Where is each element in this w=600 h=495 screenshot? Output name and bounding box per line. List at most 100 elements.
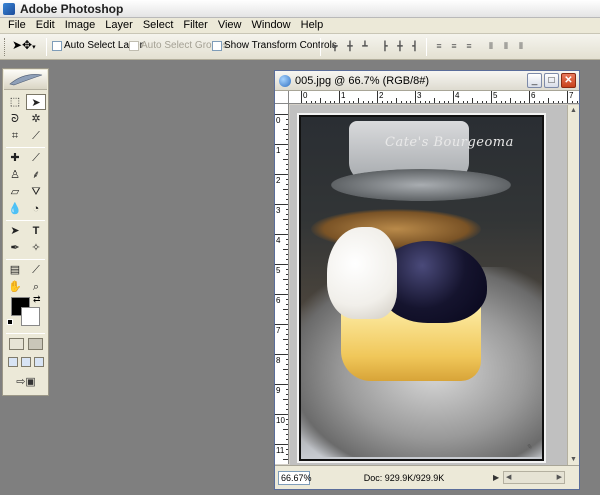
background-color-swatch[interactable] (21, 307, 40, 326)
magic-wand-tool-icon[interactable]: ✲ (26, 111, 46, 127)
align-bottom-edges-icon[interactable]: ┻ (358, 40, 372, 53)
feather-logo-icon[interactable] (4, 70, 47, 90)
menu-file[interactable]: File (3, 18, 31, 33)
menu-edit[interactable]: Edit (31, 18, 60, 33)
eraser-tool-icon[interactable]: ▱ (5, 184, 25, 200)
ruler-tick (443, 101, 445, 103)
scroll-up-arrow-icon[interactable]: ▲ (570, 107, 577, 114)
slice-tool-icon[interactable]: ⟋ (26, 128, 46, 144)
paint-bucket-tool-icon[interactable]: ⛛ (26, 184, 46, 200)
maximize-button[interactable]: □ (544, 73, 559, 88)
ruler-number: 5 (276, 266, 281, 275)
horizontal-ruler[interactable]: 0 1 2 3 4 5 6 7 (289, 91, 579, 104)
show-transform-controls-checkbox[interactable] (212, 41, 222, 51)
horizontal-scrollbar[interactable]: ◀ ▶ (503, 471, 565, 484)
menu-help[interactable]: Help (296, 18, 329, 33)
ruler-tick (571, 101, 573, 103)
ruler-tick (286, 199, 288, 200)
vertical-scrollbar[interactable]: ▲ ▼ (567, 105, 579, 465)
eyedropper-tool-icon[interactable]: ⟋ (26, 262, 46, 278)
crop-tool-icon[interactable]: ⌗ (5, 128, 25, 144)
menu-window[interactable]: Window (247, 18, 296, 33)
ruler-number: 5 (493, 91, 498, 100)
ruler-tick (358, 98, 359, 103)
auto-select-groups-checkbox[interactable] (129, 41, 139, 51)
tool-preset-picker[interactable]: ➤✥▾ (12, 38, 42, 56)
distribute-left-icon[interactable]: ⦀ (484, 40, 498, 53)
scroll-right-arrow-icon[interactable]: ▶ (557, 473, 562, 481)
menu-image[interactable]: Image (60, 18, 101, 33)
auto-select-layer-checkbox[interactable] (52, 41, 62, 51)
menu-select[interactable]: Select (138, 18, 179, 33)
distribute-top-icon[interactable]: ≡ (432, 40, 446, 53)
ruler-tick (467, 101, 469, 103)
hand-tool-icon[interactable]: ✋ (5, 279, 25, 295)
menu-filter[interactable]: Filter (178, 18, 212, 33)
brush-tool-icon[interactable]: ⟋ (26, 150, 46, 166)
scroll-down-arrow-icon[interactable]: ▼ (570, 456, 577, 463)
ruler-tick (275, 234, 288, 235)
document-image[interactable]: Cate's Bourgeoma ✎ (297, 113, 546, 463)
vertical-ruler[interactable]: 0 1 2 3 4 5 6 7 8 9 10 11 (275, 104, 289, 464)
path-selection-tool-icon[interactable]: ➤ (5, 223, 25, 239)
zoom-tool-icon[interactable]: ⌕ (26, 279, 46, 295)
ruler-tick (286, 319, 288, 320)
ruler-tick (286, 124, 288, 125)
custom-shape-tool-icon[interactable]: ✧ (26, 240, 46, 256)
ruler-tick (286, 214, 288, 215)
status-menu-arrow-icon[interactable]: ▶ (493, 473, 499, 482)
move-tool-icon: ➤✥ (12, 38, 33, 52)
menu-layer[interactable]: Layer (100, 18, 138, 33)
align-vertical-centers-icon[interactable]: ╋ (343, 40, 357, 53)
distribute-right-icon[interactable]: ⦀ (514, 40, 528, 53)
dodge-tool-icon[interactable]: ◔ (26, 201, 46, 217)
pen-tool-icon[interactable]: ✒ (5, 240, 25, 256)
quick-mask-mode-button[interactable] (28, 338, 43, 350)
edit-in-imageready-icon[interactable]: ⇨▣ (12, 374, 40, 390)
lasso-tool-icon[interactable]: ᘐ (5, 111, 25, 127)
marquee-tool-icon[interactable]: ⬚ (5, 94, 25, 110)
distribute-horizontal-centers-icon[interactable]: ⦀ (499, 40, 513, 53)
zoom-level-field[interactable]: 66.67% (278, 471, 312, 485)
align-top-edges-icon[interactable]: ┳ (328, 40, 342, 53)
ruler-tick (410, 101, 412, 103)
ruler-tick (415, 91, 416, 103)
notes-tool-icon[interactable]: ▤ (5, 262, 25, 278)
options-bar-grip[interactable] (4, 38, 7, 56)
align-left-edges-icon[interactable]: ┣ (378, 40, 392, 53)
ruler-tick (283, 159, 288, 160)
minimize-button[interactable]: _ (527, 73, 542, 88)
type-tool-icon[interactable]: T (26, 223, 46, 239)
swap-colors-icon[interactable]: ⇄ (33, 294, 41, 305)
ruler-tick (400, 101, 402, 103)
close-button[interactable]: ✕ (561, 73, 576, 88)
distribute-bottom-icon[interactable]: ≡ (462, 40, 476, 53)
move-tool-icon[interactable]: ➤ (26, 94, 46, 110)
menu-view[interactable]: View (213, 18, 247, 33)
blur-tool-icon[interactable]: 💧 (5, 201, 25, 217)
healing-brush-tool-icon[interactable]: ✚ (5, 150, 25, 166)
align-horizontal-centers-icon[interactable]: ╋ (393, 40, 407, 53)
full-screen-mode-button[interactable] (34, 357, 44, 367)
distribute-vertical-centers-icon[interactable]: ≡ (447, 40, 461, 53)
ruler-tick (275, 174, 288, 175)
ruler-tick (510, 98, 511, 103)
full-screen-menu-mode-button[interactable] (21, 357, 31, 367)
clone-stamp-tool-icon[interactable]: ♙ (5, 167, 25, 183)
ruler-tick (275, 294, 288, 295)
standard-screen-mode-button[interactable] (8, 357, 18, 367)
photoshop-document-icon (279, 75, 291, 87)
ruler-tick (377, 91, 378, 103)
default-colors-icon[interactable] (7, 319, 13, 325)
history-brush-tool-icon[interactable]: ⸙ (26, 167, 46, 183)
scroll-left-arrow-icon[interactable]: ◀ (506, 473, 511, 481)
app-title-bar: Adobe Photoshop (0, 0, 600, 18)
standard-mode-button[interactable] (9, 338, 24, 350)
document-size-info: Doc: 929.9K/929.9K (363, 473, 445, 483)
align-right-edges-icon[interactable]: ┫ (408, 40, 422, 53)
ruler-origin[interactable] (275, 91, 289, 104)
toolbox: ⬚ ➤ ᘐ ✲ ⌗ ⟋ ✚ ⟋ ♙ ⸙ ▱ ⛛ 💧 ◔ ➤ T ✒ ✧ ▤ ⟋ … (2, 68, 49, 396)
document-title-bar[interactable]: 005.jpg @ 66.7% (RGB/8#) _ □ ✕ (275, 71, 579, 91)
ruler-tick (275, 384, 288, 385)
ruler-number: 4 (455, 91, 460, 100)
